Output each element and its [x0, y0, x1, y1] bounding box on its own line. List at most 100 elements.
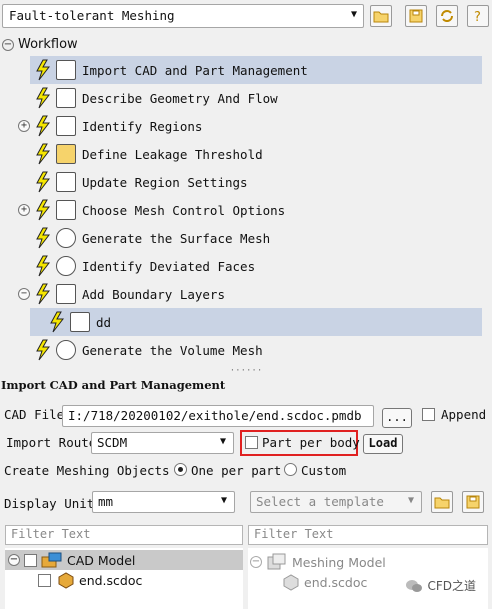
watermark: CFD之道	[405, 577, 476, 594]
panel-title: Import CAD and Part Management	[1, 378, 226, 392]
workflow-item-label: Define Leakage Threshold	[82, 146, 263, 162]
lightning-icon	[36, 143, 51, 165]
workflow-item-label: Identify Deviated Faces	[82, 258, 256, 274]
help-icon: ?	[474, 10, 481, 24]
boundary-layers-icon	[56, 284, 76, 304]
append-checkbox[interactable]	[422, 408, 435, 421]
cad-file-input[interactable]: I:/718/20200102/exithole/end.scdoc.pmdb	[62, 405, 374, 427]
lightning-icon	[50, 311, 65, 333]
workflow-select[interactable]: Fault-tolerant Meshing ▼	[2, 4, 364, 28]
cad-import-icon	[56, 60, 76, 80]
chevron-down-icon: ▼	[407, 495, 414, 506]
workflow-item-label: dd	[96, 314, 112, 330]
import-route-select[interactable]: SCDM ▼	[91, 432, 234, 454]
refresh-icon	[441, 10, 453, 22]
part-icon	[58, 572, 74, 589]
import-route-label: Import Route	[6, 435, 97, 450]
cad-model-row[interactable]: − CAD Model	[5, 550, 243, 570]
boundary-layers-icon	[70, 312, 90, 332]
expand-icon[interactable]: +	[18, 120, 30, 132]
custom-label: Custom	[301, 463, 347, 478]
workflow-item-10[interactable]: Generate the Volume Mesh	[0, 336, 480, 364]
workflow-item-6[interactable]: Generate the Surface Mesh	[0, 224, 480, 252]
browse-button[interactable]: ...	[382, 408, 412, 428]
save-icon	[466, 495, 480, 509]
workflow-tree: − Workflow Import CAD and Part Management…	[0, 34, 492, 368]
help-button[interactable]: ?	[467, 5, 489, 27]
panel-splitter[interactable]: ······	[0, 367, 492, 376]
part-per-body-checkbox[interactable]	[245, 436, 258, 449]
workflow-item-7[interactable]: Identify Deviated Faces	[0, 252, 480, 280]
workflow-select-value: Fault-tolerant Meshing	[9, 8, 175, 23]
lightning-icon	[36, 283, 51, 305]
workflow-item-4[interactable]: Update Region Settings	[0, 168, 480, 196]
lightning-icon	[36, 255, 51, 277]
mesh-control-icon	[56, 200, 76, 220]
collapse-icon[interactable]: −	[250, 556, 262, 568]
cad-file-label: CAD File	[4, 407, 65, 422]
workflow-item-0[interactable]: Import CAD and Part Management	[30, 56, 482, 84]
chevron-down-icon: ▼	[219, 436, 226, 447]
lightning-icon	[36, 339, 51, 361]
workflow-item-label: Describe Geometry And Flow	[82, 90, 278, 106]
cad-model-icon	[41, 552, 62, 568]
collapse-icon[interactable]: −	[8, 554, 20, 566]
save-icon	[409, 9, 423, 23]
part-per-body-label: Part per body	[262, 435, 360, 450]
lightning-icon	[36, 115, 51, 137]
workflow-item-label: Import CAD and Part Management	[82, 62, 308, 78]
folder-open-icon	[434, 497, 450, 509]
refresh-button[interactable]	[436, 5, 458, 27]
cad-child-checkbox[interactable]	[38, 573, 51, 587]
template-select-placeholder: Select a template	[256, 494, 384, 509]
one-per-part-label: One per part	[191, 463, 282, 478]
workflow-item-8[interactable]: − Add Boundary Layers	[0, 280, 480, 308]
workflow-item-label: Generate the Volume Mesh	[82, 342, 263, 358]
open-folder-button[interactable]	[370, 5, 392, 27]
filter-right-input[interactable]: Filter Text	[248, 525, 488, 545]
workflow-root-label: Workflow	[18, 37, 78, 52]
one-per-part-radio[interactable]	[174, 463, 187, 476]
filter-left-input[interactable]: Filter Text	[5, 525, 243, 545]
workflow-item-3[interactable]: Define Leakage Threshold	[0, 140, 480, 168]
svg-text:?: ?	[474, 10, 481, 24]
meshing-model-row[interactable]: − Meshing Model	[250, 552, 386, 572]
collapse-icon[interactable]: −	[2, 38, 14, 51]
workflow-item-9[interactable]: dd	[30, 308, 482, 336]
surface-mesh-icon	[56, 228, 76, 248]
leakage-icon	[56, 144, 76, 164]
collapse-icon[interactable]: −	[18, 288, 30, 300]
regions-icon	[56, 116, 76, 136]
workflow-item-2[interactable]: + Identify Regions	[0, 112, 480, 140]
load-button[interactable]: Load	[363, 434, 403, 454]
expand-icon[interactable]: +	[18, 204, 30, 216]
lightning-icon	[36, 227, 51, 249]
workflow-item-label: Identify Regions	[82, 118, 203, 134]
cad-model-checkbox[interactable]	[24, 553, 37, 567]
meshing-child-label: end.scdoc	[304, 574, 368, 590]
workflow-item-5[interactable]: + Choose Mesh Control Options	[0, 196, 480, 224]
meshing-child-row[interactable]: end.scdoc	[282, 572, 367, 592]
append-label: Append	[441, 407, 487, 422]
template-save-button[interactable]	[462, 491, 484, 513]
save-button[interactable]	[405, 5, 427, 27]
chevron-down-icon: ▼	[350, 9, 357, 20]
template-open-button[interactable]	[431, 491, 453, 513]
workflow-item-label: Add Boundary Layers	[82, 286, 225, 302]
cad-child-row[interactable]: end.scdoc	[38, 570, 142, 590]
geometry-icon	[56, 88, 76, 108]
template-select[interactable]: Select a template ▼	[250, 491, 422, 513]
custom-radio[interactable]	[284, 463, 297, 476]
display-unit-select[interactable]: mm ▼	[92, 491, 235, 513]
wechat-icon	[406, 579, 423, 592]
display-unit-value: mm	[98, 494, 114, 509]
import-route-value: SCDM	[97, 435, 128, 450]
workflow-root[interactable]: − Workflow	[2, 37, 78, 55]
display-unit-label: Display Unit	[4, 496, 95, 511]
create-meshing-objects-label: Create Meshing Objects	[4, 463, 170, 478]
lightning-icon	[36, 59, 51, 81]
meshing-model-label: Meshing Model	[292, 554, 386, 570]
workflow-item-1[interactable]: Describe Geometry And Flow	[0, 84, 480, 112]
chevron-down-icon: ▼	[220, 495, 227, 506]
cad-model-label: CAD Model	[67, 552, 136, 568]
